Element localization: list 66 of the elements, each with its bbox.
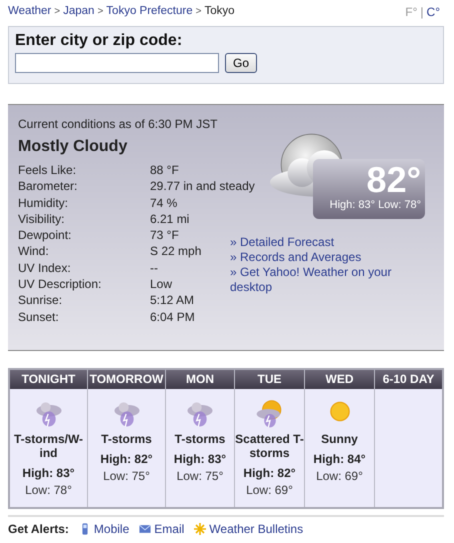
- forecast-condition: T-storms/W-ind: [12, 432, 84, 460]
- search-title: Enter city or zip code:: [15, 32, 184, 50]
- forecast-condition: T-storms: [100, 432, 153, 446]
- forecast-high: High: 82°: [100, 452, 153, 466]
- forecast-day-header: WED: [305, 370, 374, 389]
- forecast-day-header: TOMORROW: [88, 370, 165, 389]
- go-button[interactable]: Go: [225, 53, 258, 73]
- alert-link[interactable]: Email: [139, 522, 184, 536]
- forecast-low: Low: 75°: [103, 469, 150, 483]
- city-input-field[interactable]: [15, 53, 219, 73]
- detail-value: 88 °F: [150, 162, 179, 178]
- high-low-temperature: High: 83° Low: 78°: [328, 199, 421, 211]
- detail-label: Dewpoint:: [18, 227, 72, 244]
- forecast-low: Low: 69°: [246, 483, 293, 497]
- alerts-label: Get Alerts:: [8, 522, 69, 536]
- forecast-day-header: MON: [166, 370, 234, 389]
- forecast-high: High: 82°: [243, 466, 296, 480]
- detail-value: 5:12 AM: [150, 292, 194, 309]
- forecast-link[interactable]: » Records and Averages: [230, 250, 415, 265]
- sparkle-icon: [194, 523, 206, 535]
- breadcrumb-link[interactable]: Weather: [8, 5, 52, 17]
- detail-label: Humidity:: [18, 194, 70, 211]
- breadcrumb-separator: >: [54, 5, 60, 19]
- forecast-condition: T-storms: [174, 432, 226, 446]
- detail-label: Wind:: [18, 243, 50, 260]
- conditions-timestamp: Current conditions as of 6:30 PM JST: [18, 117, 218, 131]
- detail-value: 74 %: [150, 194, 178, 211]
- breadcrumb-separator: >: [97, 5, 104, 19]
- forecast-low: Low: 69°: [316, 469, 363, 483]
- forecast-condition: Sunny: [320, 432, 359, 446]
- forecast-high: High: 83°: [22, 466, 75, 480]
- breadcrumb-link[interactable]: Tokyo Prefecture: [106, 5, 193, 17]
- detail-value: 6.21 mi: [150, 210, 190, 228]
- unit-divider: |: [420, 5, 424, 21]
- forecast-day-header: TONIGHT: [10, 370, 87, 389]
- detail-label: Visibility:: [18, 210, 66, 228]
- detail-value: 73 °F: [150, 227, 179, 244]
- condition-title: Mostly Cloudy: [18, 138, 128, 156]
- detail-value: S 22 mph: [150, 243, 202, 260]
- detail-label: UV Index:: [18, 260, 72, 276]
- forecast-link[interactable]: » Get Yahoo! Weather on your desktop: [230, 265, 415, 295]
- breadcrumb-separator: >: [196, 5, 202, 19]
- detail-value: 6:04 PM: [150, 308, 195, 325]
- detail-label: Sunset:: [18, 308, 60, 325]
- forecast-high: High: 84°: [313, 452, 366, 466]
- forecast-day-header: TUE: [235, 370, 304, 389]
- alert-link[interactable]: Weather Bulletins: [194, 522, 304, 536]
- detail-value: --: [150, 260, 158, 276]
- detail-label: Barometer:: [18, 178, 78, 195]
- alert-link[interactable]: Mobile: [78, 522, 130, 536]
- detail-label: Sunrise:: [18, 292, 64, 309]
- forecast-low: Low: 75°: [176, 469, 224, 483]
- breadcrumb-link[interactable]: Japan: [63, 5, 94, 17]
- unit-toggle[interactable]: C°: [426, 5, 440, 22]
- forecast-low: Low: 78°: [25, 483, 72, 497]
- envelope-icon: [139, 523, 152, 535]
- forecast-condition: Scattered T-storms: [234, 432, 305, 460]
- breadcrumb-link[interactable]: Tokyo: [204, 5, 234, 17]
- forecast-high: High: 83°: [174, 452, 226, 466]
- forecast-link[interactable]: » Detailed Forecast: [230, 235, 415, 250]
- current-temperature: 82°: [366, 161, 421, 199]
- detail-label: Feels Like:: [18, 162, 78, 178]
- detail-value: 29.77 in and steady: [150, 178, 255, 195]
- detail-value: Low: [150, 276, 172, 292]
- forecast-day-header: 6-10 DAY: [375, 370, 442, 389]
- detail-label: UV Description:: [18, 276, 102, 292]
